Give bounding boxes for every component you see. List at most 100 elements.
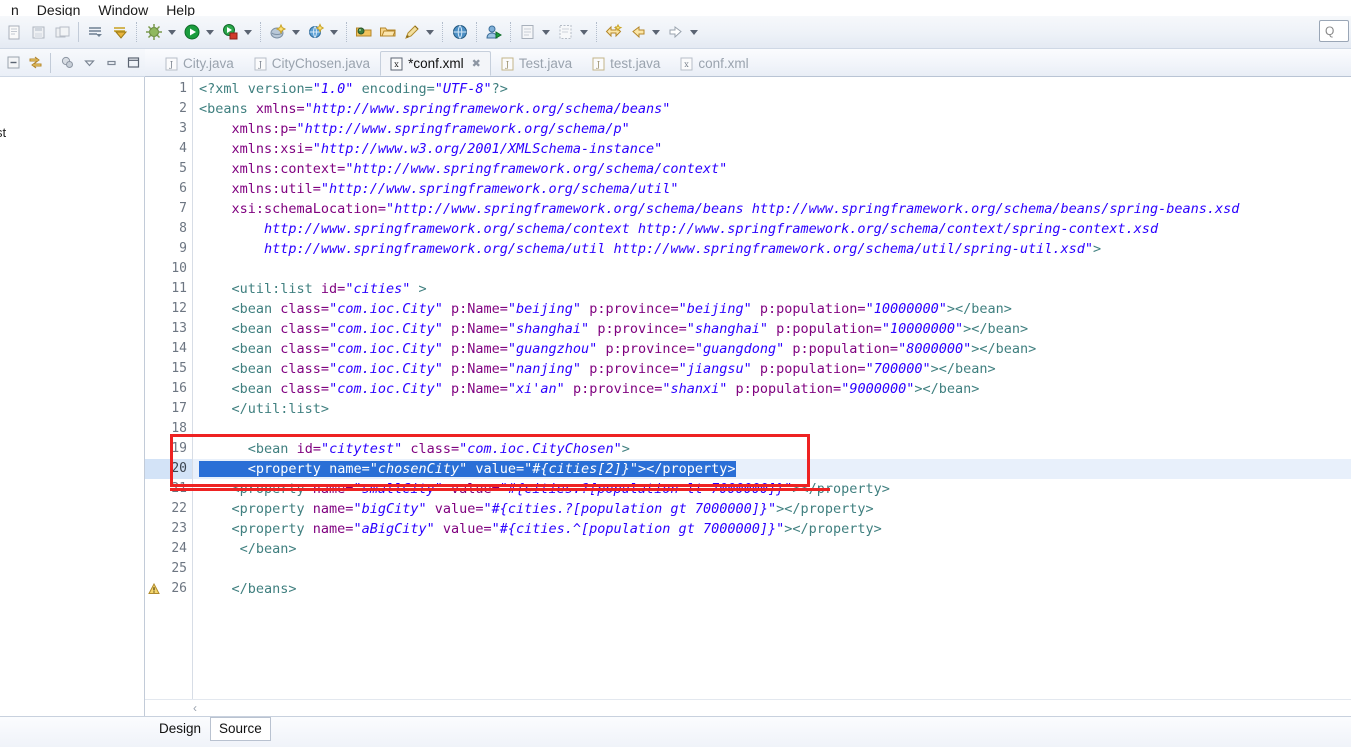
toggle-dropdown-caret[interactable] <box>578 22 590 42</box>
menu-item-design[interactable]: Design <box>28 3 90 17</box>
quick-access-search-box[interactable]: Q <box>1319 20 1349 42</box>
debug-dropdown-caret[interactable] <box>166 22 178 42</box>
menu-item-help[interactable]: Help <box>157 3 204 17</box>
next-annotation-icon[interactable] <box>85 21 107 43</box>
new-server-dropdown-caret[interactable] <box>328 22 340 42</box>
forward-dropdown-caret[interactable] <box>688 22 700 42</box>
toolbar-separator <box>346 22 348 42</box>
code-token: "com.ioc.City" <box>329 341 443 357</box>
back-dropdown-caret[interactable] <box>650 22 662 42</box>
new-package-dropdown-caret[interactable] <box>290 22 302 42</box>
code-line[interactable]: xmlns:context="http://www.springframewor… <box>193 159 1351 179</box>
previous-annotation-icon[interactable] <box>109 21 131 43</box>
code-line[interactable]: <bean class="com.ioc.City" p:Name="beiji… <box>193 299 1351 319</box>
editor-tab-conf-xml-active[interactable]: x *conf.xml ✖ <box>380 51 491 76</box>
code-token: class= <box>280 321 330 337</box>
forward-icon[interactable] <box>665 21 687 43</box>
code-token: encoding= <box>353 81 435 97</box>
code-token: ></bean> <box>971 341 1037 357</box>
back-icon[interactable] <box>627 21 649 43</box>
code-token: class= <box>280 361 330 377</box>
code-line[interactable]: <beans xmlns="http://www.springframework… <box>193 99 1351 119</box>
code-line[interactable]: <property name="chosenCity" value="#{cit… <box>193 459 1351 479</box>
new-wizard-icon[interactable] <box>3 21 25 43</box>
code-line[interactable]: xmlns:util="http://www.springframework.o… <box>193 179 1351 199</box>
new-java-package-icon[interactable] <box>267 21 289 43</box>
run-dropdown-caret[interactable] <box>204 22 216 42</box>
code-line[interactable]: <bean id="citytest" class="com.ioc.CityC… <box>193 439 1351 459</box>
code-line[interactable]: </beans> <box>193 579 1351 599</box>
external-tools-dropdown-caret[interactable] <box>242 22 254 42</box>
code-line[interactable] <box>193 419 1351 439</box>
run-icon[interactable] <box>181 21 203 43</box>
horizontal-scrollbar[interactable]: ‹ <box>145 699 1351 716</box>
view-toolbar <box>0 49 145 77</box>
new-server-icon[interactable] <box>305 21 327 43</box>
save-icon[interactable] <box>27 21 49 43</box>
code-line[interactable]: <bean class="com.ioc.City" p:Name="shang… <box>193 319 1351 339</box>
line-number: 8 <box>179 221 187 236</box>
code-line[interactable]: <property name="aBigCity" value="#{citie… <box>193 519 1351 539</box>
page-tab-source[interactable]: Source <box>210 717 271 741</box>
minimize-icon[interactable] <box>102 52 122 74</box>
code-line[interactable]: <?xml version="1.0" encoding="UTF-8"?> <box>193 79 1351 99</box>
search-dropdown-caret[interactable] <box>424 22 436 42</box>
code-line[interactable]: xmlns:p="http://www.springframework.org/… <box>193 119 1351 139</box>
filters-icon[interactable] <box>57 52 77 74</box>
code-line[interactable]: xsi:schemaLocation="http://www.springfra… <box>193 199 1351 219</box>
source-code-area[interactable]: <?xml version="1.0" encoding="UTF-8"?> <b… <box>193 77 1351 699</box>
line-number: 15 <box>171 361 187 376</box>
new-view-icon[interactable] <box>517 21 539 43</box>
code-line[interactable]: <bean class="com.ioc.City" p:Name="guang… <box>193 339 1351 359</box>
editor-viewport[interactable]: 1234567891011121314151617181920212223242… <box>145 77 1351 699</box>
open-type-icon[interactable] <box>353 21 375 43</box>
code-token: p:Name= <box>442 301 508 317</box>
code-token: p:population= <box>751 361 866 377</box>
debug-icon[interactable] <box>143 21 165 43</box>
run-external-tools-icon[interactable] <box>219 21 241 43</box>
code-token: ></property> <box>776 501 874 517</box>
maximize-icon[interactable] <box>124 52 144 74</box>
open-web-browser-icon[interactable] <box>449 21 471 43</box>
collapse-all-icon[interactable] <box>3 52 23 74</box>
open-resource-icon[interactable] <box>377 21 399 43</box>
code-line[interactable]: <util:list id="cities" > <box>193 279 1351 299</box>
code-line[interactable]: http://www.springframework.org/schema/co… <box>193 219 1351 239</box>
run-as-icon[interactable] <box>483 21 505 43</box>
toggle-breakpoint-icon[interactable] <box>555 21 577 43</box>
code-line[interactable] <box>193 559 1351 579</box>
menu-item-window[interactable]: Window <box>89 3 157 17</box>
code-line[interactable]: <bean class="com.ioc.City" p:Name="xi'an… <box>193 379 1351 399</box>
close-icon[interactable]: ✖ <box>472 57 481 70</box>
save-all-icon[interactable] <box>51 21 73 43</box>
editor-tab-city-java[interactable]: J City.java <box>155 51 244 76</box>
scroll-left-arrow[interactable]: ‹ <box>193 701 197 715</box>
code-token: <property <box>231 501 313 517</box>
editor-tab-label: *conf.xml <box>408 56 464 71</box>
code-line[interactable]: </util:list> <box>193 399 1351 419</box>
code-line[interactable]: <property name="bigCity" value="#{cities… <box>193 499 1351 519</box>
code-token: p:population= <box>784 341 899 357</box>
back-to-icon[interactable] <box>603 21 625 43</box>
new-view-dropdown-caret[interactable] <box>540 22 552 42</box>
left-view-panel[interactable]: st <box>0 77 145 716</box>
code-line[interactable]: </bean> <box>193 539 1351 559</box>
line-number: 17 <box>171 401 187 416</box>
code-token: "com.ioc.City" <box>329 321 443 337</box>
editor-tab-test-java-lower[interactable]: J test.java <box>582 51 670 76</box>
code-token: p:Name= <box>442 381 508 397</box>
code-line[interactable] <box>193 259 1351 279</box>
code-token: "citytest" <box>320 441 403 457</box>
editor-tab-test-java-upper[interactable]: J Test.java <box>491 51 582 76</box>
code-line[interactable]: <bean class="com.ioc.City" p:Name="nanji… <box>193 359 1351 379</box>
code-token: value= <box>467 461 525 477</box>
code-line[interactable]: http://www.springframework.org/schema/ut… <box>193 239 1351 259</box>
code-line[interactable]: xmlns:xsi="http://www.w3.org/2001/XMLSch… <box>193 139 1351 159</box>
view-menu-icon[interactable] <box>79 52 99 74</box>
search-icon[interactable] <box>401 21 423 43</box>
editor-tab-citychosen-java[interactable]: J CityChosen.java <box>244 51 380 76</box>
menu-item-n[interactable]: n <box>2 3 28 17</box>
link-with-editor-icon[interactable] <box>25 52 45 74</box>
editor-tab-conf-xml[interactable]: x conf.xml <box>670 51 758 76</box>
page-tab-design[interactable]: Design <box>150 717 210 741</box>
